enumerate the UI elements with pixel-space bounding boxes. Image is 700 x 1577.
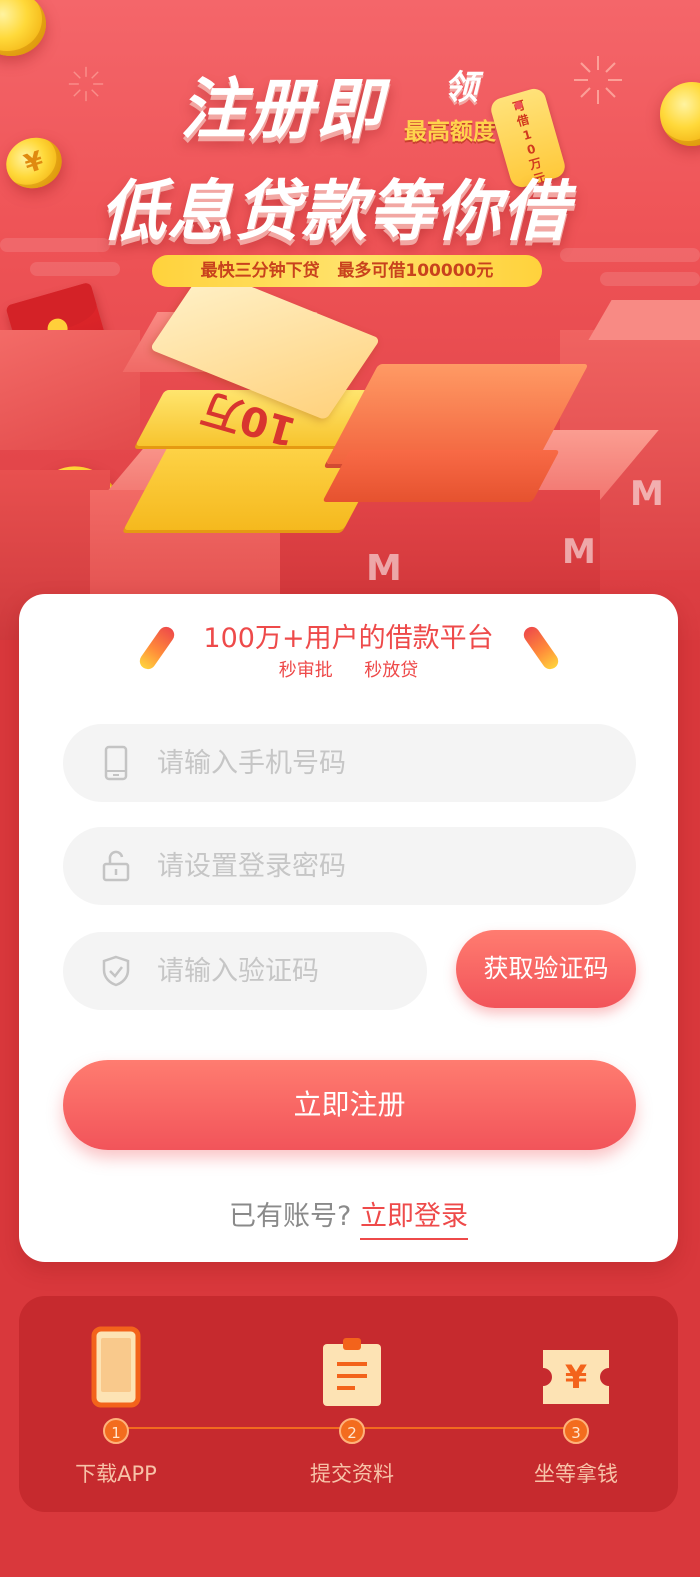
password-input[interactable] — [157, 850, 537, 882]
have-account-text: 已有账号? — [229, 1201, 352, 1232]
brand-logo-icon: M — [562, 532, 596, 572]
login-prompt: 已有账号? 立即登录 — [19, 1194, 678, 1240]
step-number: 2 — [339, 1418, 365, 1444]
step-label: 坐等拿钱 — [534, 1462, 618, 1486]
coin-icon — [0, 0, 46, 56]
login-link[interactable]: 立即登录 — [359, 1201, 468, 1240]
step-submit: 2 提交资料 — [257, 1320, 447, 1488]
hero-banner: ¥ M M M M 10万 注册即 领 最高额度 可借10万元 低息贷款等你借 … — [0, 0, 700, 640]
code-input[interactable] — [157, 955, 397, 987]
platform-subslogan: 秒审批 秒放贷 — [278, 660, 419, 681]
brand-logo-icon: M — [366, 548, 402, 589]
headline-max-amount: 最高额度 — [404, 119, 496, 145]
phone-input[interactable] — [157, 747, 537, 779]
promo-banner: 最快三分钟下贷 最多可借100000元 — [152, 255, 542, 287]
phone-icon — [91, 1326, 141, 1408]
register-card: 100万+用户的借款平台 秒审批 秒放贷 获取验证码 立即注册 已有账号? 立即… — [19, 594, 678, 1262]
coin-icon: ¥ — [0, 130, 69, 196]
coin-icon — [660, 82, 700, 146]
platform-slogan: 100万+用户的借款平台 — [203, 623, 494, 654]
ticket-icon: ¥ — [543, 1350, 609, 1404]
headline-line1: 注册即 — [180, 71, 384, 148]
headline-line2: 低息贷款等你借 — [100, 173, 569, 250]
register-button[interactable]: 立即注册 — [63, 1060, 636, 1150]
step-receive: ¥ 3 坐等拿钱 — [481, 1320, 671, 1488]
shield-icon — [101, 953, 131, 989]
step-label: 下载APP — [75, 1462, 157, 1486]
phone-field[interactable] — [63, 724, 636, 802]
firework-icon — [574, 56, 622, 104]
brand-logo-icon: M — [630, 474, 664, 514]
step-download: 1 下载APP — [21, 1320, 211, 1488]
code-field[interactable] — [63, 932, 427, 1010]
document-icon — [323, 1338, 381, 1406]
step-number: 1 — [103, 1418, 129, 1444]
step-number: 3 — [563, 1418, 589, 1444]
firework-icon — [68, 66, 104, 102]
headline-ling: 领 — [444, 68, 478, 108]
step-label: 提交资料 — [310, 1462, 394, 1486]
steps-panel: 1 下载APP 2 提交资料 ¥ 3 坐等拿钱 — [19, 1296, 678, 1512]
password-field[interactable] — [63, 827, 636, 905]
get-code-button[interactable]: 获取验证码 — [456, 930, 636, 1008]
svg-text:¥: ¥ — [565, 1358, 587, 1396]
lock-icon — [101, 848, 131, 884]
phone-icon — [101, 745, 131, 781]
